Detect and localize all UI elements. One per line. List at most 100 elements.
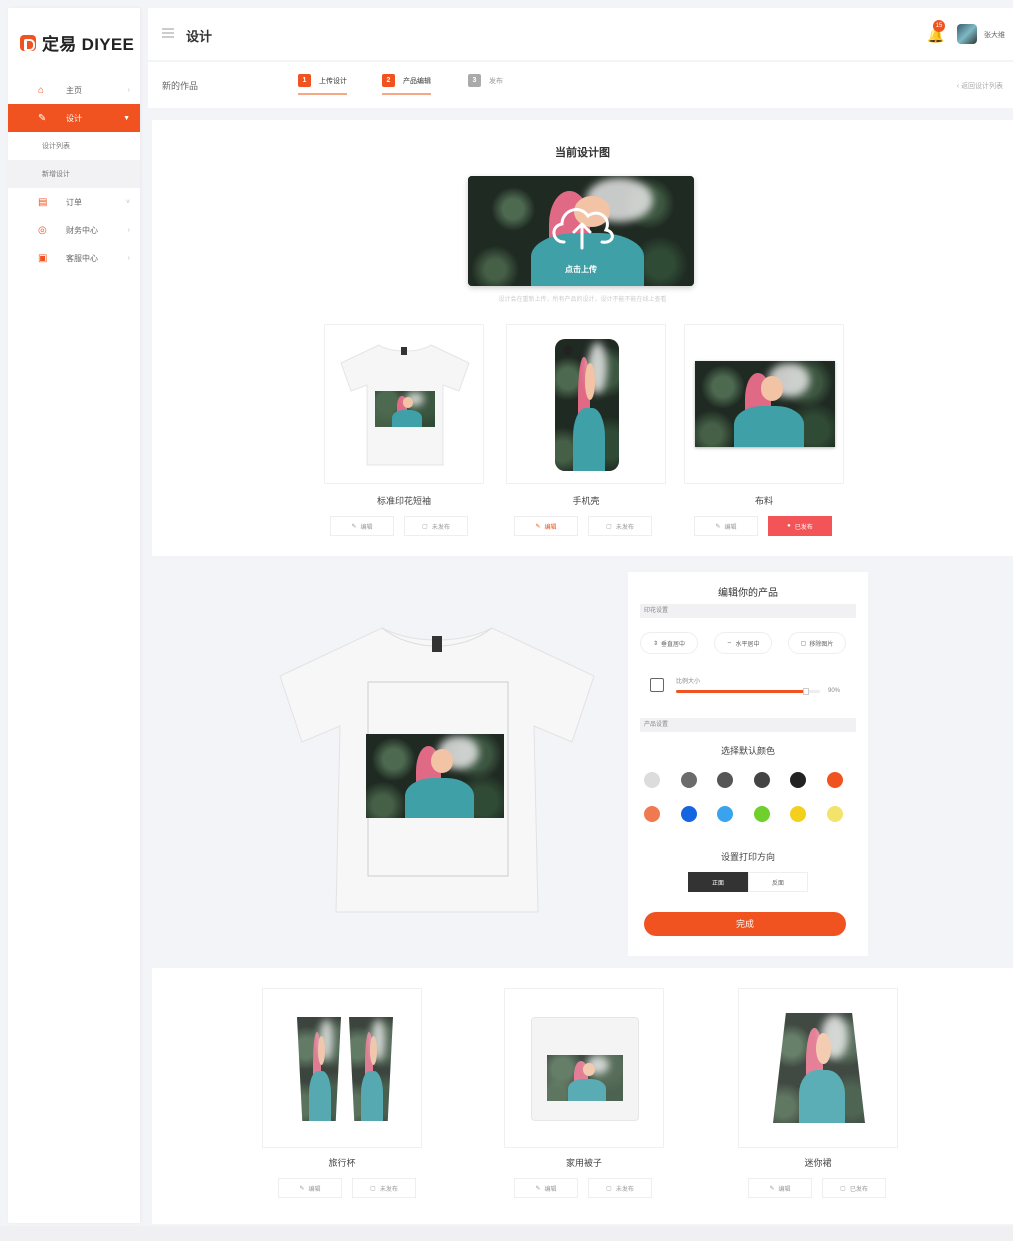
color-swatch[interactable] <box>753 806 770 822</box>
button-label: 未发布 <box>615 1186 634 1193</box>
edit-icon: ✎ <box>351 523 357 530</box>
product-card-travel-mug[interactable] <box>262 988 422 1148</box>
chat-icon: ▣ <box>38 252 48 264</box>
color-swatch[interactable] <box>790 806 806 822</box>
color-swatch[interactable] <box>826 806 843 822</box>
edit-icon: ✎ <box>715 523 721 530</box>
publish-status-button[interactable]: ▢ 未发布 <box>588 1178 652 1198</box>
product-name: 布料 <box>754 496 773 506</box>
editor-section: 编辑你的产品 印花设置 ⇕ 垂直居中 ⇔ 水平居中 ▢ 移除图片 比例大小 90% 产… <box>152 560 1013 964</box>
edit-button[interactable]: ✎ 编辑 <box>514 516 578 536</box>
product-actions: ✎ 编辑 ▢ 未发布 <box>330 516 468 536</box>
color-swatch[interactable] <box>790 772 806 788</box>
step-upload[interactable]: 1 上传设计 <box>298 74 347 95</box>
more-products-section: 旅行杯 ✎ 编辑 ▢ 未发布 家用被子 ✎ 编辑 ▢ 未发布 迷你裙 ✎ 编辑 ▢ 已发布 <box>152 968 1013 1224</box>
print-preview <box>555 339 619 471</box>
publish-status-button[interactable]: ▢ 未发布 <box>352 1178 416 1198</box>
print-preview <box>547 1055 623 1101</box>
phone-case-mockup <box>555 339 619 471</box>
product-card-duvet[interactable] <box>504 988 664 1148</box>
product-name: 标准印花短袖 <box>376 496 431 506</box>
publish-icon: ▢ <box>370 1185 376 1192</box>
step-publish[interactable]: 3 发布 <box>468 74 503 93</box>
mug-mockup-right <box>349 1017 393 1121</box>
color-swatch[interactable] <box>753 772 770 788</box>
product-settings-bar: 产品设置 <box>640 718 856 732</box>
publish-status-button[interactable]: ▢ 已发布 <box>822 1178 886 1198</box>
logo[interactable]: 定易 DIYEE <box>20 30 134 55</box>
color-swatch[interactable] <box>680 806 697 822</box>
step-number: 2 <box>382 74 395 87</box>
sidebar-item-home[interactable]: ⌂ 主页 › <box>8 76 140 104</box>
product-actions: ✎ 编辑 ▢ 未发布 <box>278 1178 416 1198</box>
scale-slider[interactable] <box>676 688 820 695</box>
chevron-down-icon: ˅ <box>125 198 130 206</box>
orientation-front-option[interactable]: 正面 <box>688 872 748 892</box>
align-horizontal-icon: ⇔ <box>726 640 733 646</box>
done-button[interactable]: 完成 <box>644 912 846 936</box>
color-swatch[interactable] <box>826 772 843 788</box>
color-swatch[interactable] <box>644 772 660 788</box>
sidebar-item-support[interactable]: ▣ 客服中心 › <box>8 244 140 272</box>
button-label: 未发布 <box>379 1186 398 1193</box>
center-vertical-button[interactable]: ⇕ 垂直居中 <box>640 632 698 654</box>
edit-button[interactable]: ✎ 编辑 <box>694 516 758 536</box>
button-label: 编辑 <box>544 1186 557 1193</box>
step-label: 上传设计 <box>319 77 347 85</box>
edit-button[interactable]: ✎ 编辑 <box>748 1178 812 1198</box>
sidebar-subitem-design-list[interactable]: 设计列表 <box>8 132 140 160</box>
product-actions: ✎ 编辑 ▢ 未发布 <box>514 516 652 536</box>
upload-hint: 设计会在重新上传，所有产品的设计，设计不能不能在线上查看 <box>498 297 667 303</box>
mug-mockup-left <box>297 1017 341 1121</box>
color-swatch[interactable] <box>717 806 733 822</box>
color-title: 选择默认颜色 <box>720 746 775 756</box>
product-name: 家用被子 <box>565 1158 602 1168</box>
color-swatch[interactable] <box>680 772 697 788</box>
sidebar-item-design[interactable]: ✎ 设计 ▼ <box>8 104 140 132</box>
print-area-image[interactable] <box>366 734 504 818</box>
sidebar-subitem-new-design[interactable]: 新增设计 <box>8 160 140 188</box>
scale-slider-fill <box>676 690 806 693</box>
edit-button[interactable]: ✎ 编辑 <box>330 516 394 536</box>
chevron-right-icon: › <box>127 254 130 262</box>
publish-status-button[interactable]: ▢ 未发布 <box>404 516 468 536</box>
sidebar-item-label: 设计 <box>66 113 82 123</box>
edit-icon: ✎ <box>769 1185 775 1192</box>
step-number: 1 <box>298 74 311 87</box>
scale-slider-handle[interactable] <box>802 688 809 695</box>
edit-button[interactable]: ✎ 编辑 <box>514 1178 578 1198</box>
avatar[interactable] <box>957 24 977 44</box>
center-horizontal-button[interactable]: ⇔ 水平居中 <box>714 632 772 654</box>
color-swatch[interactable] <box>644 806 660 822</box>
scale-value: 90% <box>828 688 841 694</box>
notification-badge: 15 <box>933 20 945 32</box>
sidebar-item-label: 财务中心 <box>66 225 98 235</box>
publish-status-button[interactable]: ▢ 未发布 <box>588 516 652 536</box>
product-card-tshirt[interactable] <box>324 324 484 484</box>
steps-bar: 新的作品 1 上传设计 2 产品编辑 3 发布 ‹ 返回设计列表 <box>148 62 1013 108</box>
back-link[interactable]: ‹ 返回设计列表 <box>957 81 1003 91</box>
top-header: 设计 🔔 15 张大维 <box>148 8 1013 60</box>
publish-status-button[interactable]: ● 已发布 <box>768 516 832 536</box>
remove-image-button[interactable]: ▢ 移除图片 <box>788 632 846 654</box>
brand-name: 定易 DIYEE <box>42 35 135 54</box>
product-actions: ✎ 编辑 ▢ 未发布 <box>514 1178 652 1198</box>
sidebar-item-label: 主页 <box>66 85 82 95</box>
coin-icon: ◎ <box>38 224 47 236</box>
color-swatch[interactable] <box>717 772 733 788</box>
username[interactable]: 张大维 <box>984 30 1005 40</box>
orientation-back-option[interactable]: 反面 <box>748 872 808 892</box>
menu-icon[interactable] <box>162 28 174 38</box>
edit-button[interactable]: ✎ 编辑 <box>278 1178 342 1198</box>
scale-label: 比例大小 <box>676 679 701 685</box>
sidebar-item-finance[interactable]: ◎ 财务中心 › <box>8 216 140 244</box>
step-edit[interactable]: 2 产品编辑 <box>382 74 431 95</box>
product-card-fabric[interactable] <box>684 324 844 484</box>
product-card-mini-skirt[interactable] <box>738 988 898 1148</box>
tool-label: 水平居中 <box>735 641 760 648</box>
button-label: 编辑 <box>778 1186 791 1193</box>
upload-dropzone[interactable]: 点击上传 <box>468 176 694 286</box>
product-card-phone-case[interactable] <box>506 324 666 484</box>
sidebar-item-orders[interactable]: ▤ 订单 ˅ <box>8 188 140 216</box>
button-label: 编辑 <box>308 1186 321 1193</box>
